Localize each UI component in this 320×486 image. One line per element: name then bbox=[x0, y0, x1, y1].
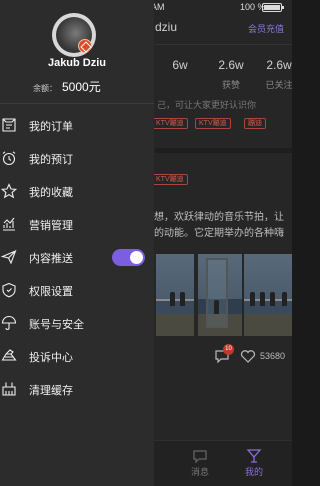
menu-label: 账号与安全 bbox=[29, 319, 84, 331]
profile-intro: 己，可让大家更好认识你 bbox=[157, 100, 257, 110]
post-photo[interactable] bbox=[156, 254, 194, 336]
content-push-toggle[interactable] bbox=[112, 249, 145, 266]
stat-item[interactable]: 6w bbox=[155, 58, 205, 78]
menu-label: 营销管理 bbox=[29, 220, 73, 232]
stat-label: 已关注 bbox=[265, 80, 293, 90]
menu-item-clear-cache[interactable]: 清理缓存 bbox=[0, 376, 154, 404]
cocktail-icon bbox=[246, 449, 262, 463]
broom-icon bbox=[2, 382, 16, 396]
tab-label: 消息 bbox=[190, 467, 209, 477]
post-photo[interactable] bbox=[244, 254, 292, 336]
menu-label: 权限设置 bbox=[29, 286, 73, 298]
post-photo[interactable] bbox=[198, 254, 242, 336]
tag-badge: KTV蹦迪 bbox=[195, 118, 231, 129]
avatar[interactable] bbox=[52, 13, 96, 57]
menu-item-my-orders[interactable]: 我的订单 bbox=[0, 112, 154, 140]
menu-label: 我的订单 bbox=[29, 121, 73, 133]
menu-item-account-security[interactable]: 账号与安全 bbox=[0, 310, 154, 338]
balance-value: 5000元 bbox=[62, 80, 101, 94]
profile-name-partial: dziu bbox=[155, 20, 178, 34]
post-text-line: 的动能。它定期举办的各种嗨 bbox=[154, 228, 284, 239]
message-icon bbox=[193, 450, 207, 463]
complaint-icon bbox=[1, 349, 17, 361]
balance: 余额： 5000元 bbox=[33, 78, 101, 95]
battery-icon bbox=[262, 3, 284, 12]
member-recharge-link[interactable]: 会员充值 bbox=[248, 22, 284, 35]
divider bbox=[155, 44, 292, 45]
tag-badge: KTV蹦迪 bbox=[152, 174, 188, 185]
stat-label: 获赞 bbox=[221, 80, 240, 90]
chart-icon bbox=[3, 217, 15, 231]
stat-item[interactable]: 2.6w 已关注 bbox=[254, 58, 304, 91]
menu-label: 我的收藏 bbox=[29, 187, 73, 199]
like-count: 53680 bbox=[260, 351, 286, 361]
side-drawer: Jakub Dziu 余额： 5000元 我的订单 我的预订 我的收藏 营销管理 … bbox=[0, 0, 154, 486]
alarm-clock-icon bbox=[2, 151, 16, 166]
tag-badge: 蹦迪 bbox=[244, 118, 266, 129]
menu-item-my-reservations[interactable]: 我的预订 bbox=[0, 145, 154, 173]
post-text-line: 想，欢跃律动的音乐节拍，让 bbox=[154, 212, 284, 223]
stat-item[interactable]: 2.6w 获赞 bbox=[206, 58, 256, 91]
menu-label: 清理缓存 bbox=[29, 385, 73, 397]
balance-label: 余额： bbox=[33, 84, 57, 93]
username: Jakub Dziu bbox=[47, 57, 107, 69]
menu-item-my-favorites[interactable]: 我的收藏 bbox=[0, 178, 154, 206]
menu-item-marketing[interactable]: 营销管理 bbox=[0, 211, 154, 239]
order-icon bbox=[2, 118, 16, 132]
menu-label: 内容推送 bbox=[29, 253, 73, 265]
menu-label: 投诉中心 bbox=[29, 352, 73, 364]
umbrella-icon bbox=[1, 315, 17, 330]
heart-icon[interactable] bbox=[240, 350, 256, 363]
tag-badge: KTV蹦迪 bbox=[152, 118, 188, 129]
tab-mine[interactable]: 我的 bbox=[242, 449, 266, 478]
menu-item-complaints[interactable]: 投诉中心 bbox=[0, 343, 154, 371]
section-divider bbox=[155, 148, 292, 153]
menu-label: 我的预订 bbox=[29, 154, 73, 166]
divider bbox=[0, 103, 154, 104]
stat-value: 2.6w bbox=[266, 58, 292, 72]
tab-messages[interactable]: 消息 bbox=[188, 449, 212, 478]
stat-value: 2.6w bbox=[218, 58, 244, 72]
tab-label: 我的 bbox=[244, 467, 263, 477]
comment-count-badge: 10 bbox=[223, 344, 234, 355]
menu-item-permissions[interactable]: 权限设置 bbox=[0, 277, 154, 305]
send-icon bbox=[1, 249, 17, 265]
stat-value: 6w bbox=[172, 58, 188, 72]
shield-icon bbox=[2, 282, 16, 298]
star-icon bbox=[1, 183, 17, 199]
